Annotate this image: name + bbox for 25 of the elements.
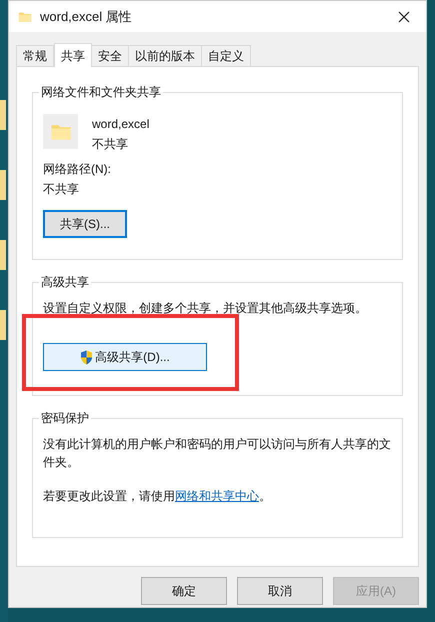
password-description: 没有此计算机的用户帐户和密码的用户可以访问与所有人共享的文件夹。 xyxy=(43,436,392,471)
shield-icon xyxy=(80,350,94,364)
network-sharing-center-link[interactable]: 网络和共享中心 xyxy=(175,489,259,503)
desktop-folder-icon xyxy=(0,240,6,270)
advanced-description: 设置自定义权限，创建多个共享，并设置其他高级共享选项。 xyxy=(43,300,368,317)
group-title: 网络文件和文件夹共享 xyxy=(39,84,163,100)
dialog-button[interactable]: 确定 xyxy=(141,577,227,605)
path-label: 网络路径(N): xyxy=(43,161,111,178)
group-title: 高级共享 xyxy=(39,274,91,290)
close-icon xyxy=(398,10,410,22)
change-setting-text: 若要更改此设置，请使用网络和共享中心。 xyxy=(43,488,272,505)
folder-name: word,excel xyxy=(92,116,150,133)
group-title: 密码保护 xyxy=(39,410,91,426)
dialog-button[interactable]: 取消 xyxy=(237,577,323,605)
window-title: word,excel 属性 xyxy=(40,8,133,26)
desktop-folder-icon xyxy=(0,170,6,200)
tab[interactable]: 常规 xyxy=(16,45,54,66)
share-status: 不共享 xyxy=(92,136,129,153)
desktop-folder-icon xyxy=(0,310,6,340)
advanced-sharing-button[interactable]: 高级共享(D)... xyxy=(43,343,207,371)
share-button[interactable]: 共享(S)... xyxy=(43,210,127,238)
tab[interactable]: 自定义 xyxy=(201,45,251,66)
desktop-folder-icon xyxy=(0,100,6,130)
tab[interactable]: 共享 xyxy=(54,43,92,67)
path-value: 不共享 xyxy=(43,181,79,198)
